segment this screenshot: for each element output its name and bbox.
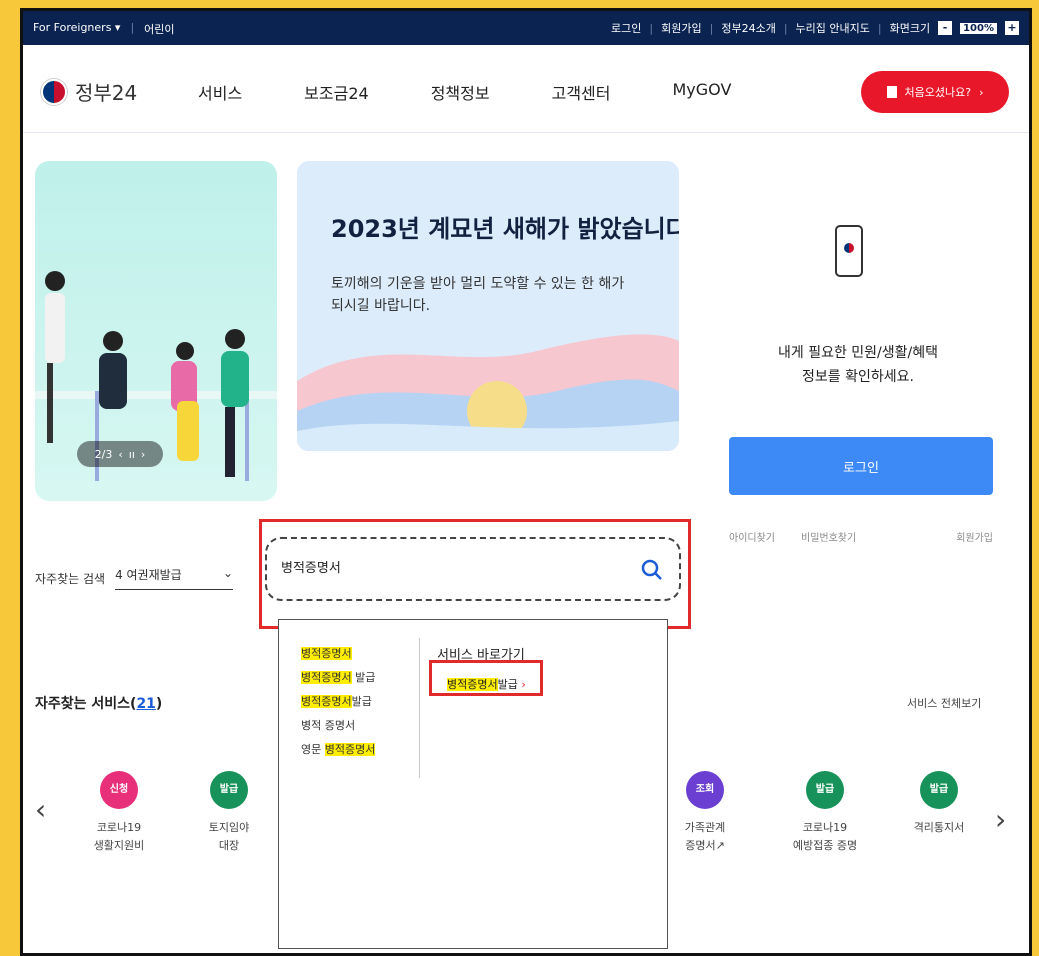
search-icon[interactable] [639, 557, 665, 583]
promo-banner-left[interactable]: 2/3 ‹ ıı › [35, 161, 277, 501]
wave-illustration [297, 334, 679, 451]
separator: | [709, 21, 714, 35]
logo-text: 정부24 [75, 81, 138, 105]
kids-link[interactable]: 어린이 [144, 21, 174, 37]
first-visit-button[interactable]: 처음오셨나요? › [861, 71, 1009, 113]
next-banner-button[interactable]: › [141, 448, 145, 461]
frequent-search-select[interactable]: 4 여권재발급 ⌄ [115, 566, 234, 590]
nav-item-subsidy24[interactable]: 보조금24 [304, 80, 369, 104]
inquiry-badge: 조회 [686, 771, 724, 809]
gov24-logo[interactable]: 정부24 [41, 77, 137, 106]
login-message-line2: 정보를 확인하세요. [802, 369, 914, 385]
divider [419, 638, 420, 778]
new-year-banner[interactable]: 2023년 계묘년 새해가 밝았습니다 토끼해의 기운을 받아 멀리 도약할 수… [297, 161, 679, 451]
signup-link[interactable]: 회원가입 [956, 529, 993, 544]
suggestion-item[interactable]: 병적증명서 [301, 642, 375, 666]
shortcut-item-suffix: 발급 [497, 678, 518, 691]
main-header: 정부24 서비스 보조금24 정책정보 고객센터 MyGOV 처음오셨나요? › [23, 45, 1029, 133]
banner-pager: 2/3 ‹ ıı › [77, 441, 163, 467]
nav-item-support[interactable]: 고객센터 [552, 80, 611, 104]
for-foreigners-link[interactable]: For Foreigners ▾ [33, 21, 120, 37]
suggestion-item[interactable]: 영문 병적증명서 [301, 738, 376, 762]
find-id-link[interactable]: 아이디찾기 [729, 529, 775, 544]
carousel-next-button[interactable]: › [995, 803, 1006, 836]
nav-item-policy[interactable]: 정책정보 [431, 80, 490, 104]
issue-badge: 발급 [806, 771, 844, 809]
search-suggestion-dropdown: 병적증명서 병적증명서 발급 병적증명서발급 병적 증명서 영문 병적증명서 서… [278, 619, 668, 949]
chevron-down-icon: ⌄ [223, 566, 234, 580]
service-item[interactable]: 발급 코로나19 예방접종 증명 [775, 771, 875, 855]
search-box [265, 537, 681, 601]
search-input[interactable] [281, 559, 621, 574]
banner-headline: 2023년 계묘년 새해가 밝았습니다 [331, 215, 679, 243]
carousel-prev-button[interactable]: ‹ [35, 793, 46, 826]
service-item[interactable]: 조회 가족관계 증명서↗ [655, 771, 755, 855]
login-message: 내게 필요한 민원/생활/혜택 정보를 확인하세요. [713, 341, 1003, 389]
separator: | [783, 21, 788, 35]
issue-badge: 발급 [920, 771, 958, 809]
sitemap-link[interactable]: 누리집 안내지도 [796, 20, 870, 36]
frequent-search-value: 4 여권재발급 [115, 568, 182, 582]
service-count[interactable]: 21 [136, 696, 155, 712]
mobile-app-icon [835, 225, 863, 277]
suggestion-item[interactable]: 병적증명서발급 [301, 690, 375, 714]
pager-count: 2/3 [94, 447, 113, 461]
shortcut-item[interactable]: 병적증명서발급 › [447, 676, 526, 692]
suggestion-item[interactable]: 병적 증명서 [301, 714, 375, 738]
browser-frame: For Foreigners ▾ | 어린이 로그인 | 회원가입 | 정부24… [20, 8, 1032, 956]
frequent-services-title: 자주찾는 서비스(21) [35, 696, 163, 712]
separator: | [649, 21, 654, 35]
prev-banner-button[interactable]: ‹ [118, 448, 122, 461]
frequent-search-label: 자주찾는 검색 [35, 571, 106, 586]
shortcut-item-match: 병적증명서 [447, 678, 498, 691]
suggestion-item[interactable]: 병적증명서 발급 [301, 666, 375, 690]
separator: | [130, 21, 135, 34]
nav-item-mygov[interactable]: MyGOV [672, 80, 731, 104]
signup-link[interactable]: 회원가입 [661, 20, 701, 36]
suggestion-list: 병적증명서 병적증명서 발급 병적증명서발급 병적 증명서 영문 병적증명서 [301, 642, 376, 762]
find-password-link[interactable]: 비밀번호찾기 [801, 529, 856, 544]
login-panel: 내게 필요한 민원/생활/혜택 정보를 확인하세요. 로그인 아이디찾기 비밀번… [713, 161, 1003, 544]
first-visit-label: 처음오셨나요? [904, 86, 972, 99]
screen-size-label: 화면크기 [889, 22, 931, 35]
login-button[interactable]: 로그인 [729, 437, 993, 495]
zoom-level: 100% [960, 22, 997, 34]
login-link[interactable]: 로그인 [611, 20, 641, 36]
view-all-services-link[interactable]: 서비스 전체보기 [907, 695, 981, 711]
nav-item-services[interactable]: 서비스 [198, 80, 242, 104]
pause-button[interactable]: ıı [129, 448, 135, 461]
main-nav: 서비스 보조금24 정책정보 고객센터 MyGOV [198, 80, 793, 104]
login-message-line1: 내게 필요한 민원/생활/혜택 [777, 345, 938, 361]
utility-bar: For Foreigners ▾ | 어린이 로그인 | 회원가입 | 정부24… [23, 11, 1029, 45]
service-item[interactable]: 발급 토지임야 대장 [179, 771, 279, 855]
bookmark-icon [886, 86, 897, 98]
service-item[interactable]: 발급 격리통지서 [889, 771, 989, 837]
frequent-search: 자주찾는 검색 4 여권재발급 ⌄ [35, 566, 234, 590]
zoom-out-button[interactable]: - [938, 21, 953, 35]
issue-badge: 발급 [210, 771, 248, 809]
separator: | [877, 21, 882, 35]
taegeuk-icon [41, 78, 67, 105]
chevron-right-icon: › [521, 678, 526, 691]
zoom-in-button[interactable]: + [1005, 21, 1019, 35]
intro-link[interactable]: 정부24소개 [721, 20, 775, 36]
apply-badge: 신청 [100, 771, 138, 809]
chevron-right-icon: › [979, 85, 984, 99]
service-item[interactable]: 신청 코로나19 생활지원비 [69, 771, 169, 855]
